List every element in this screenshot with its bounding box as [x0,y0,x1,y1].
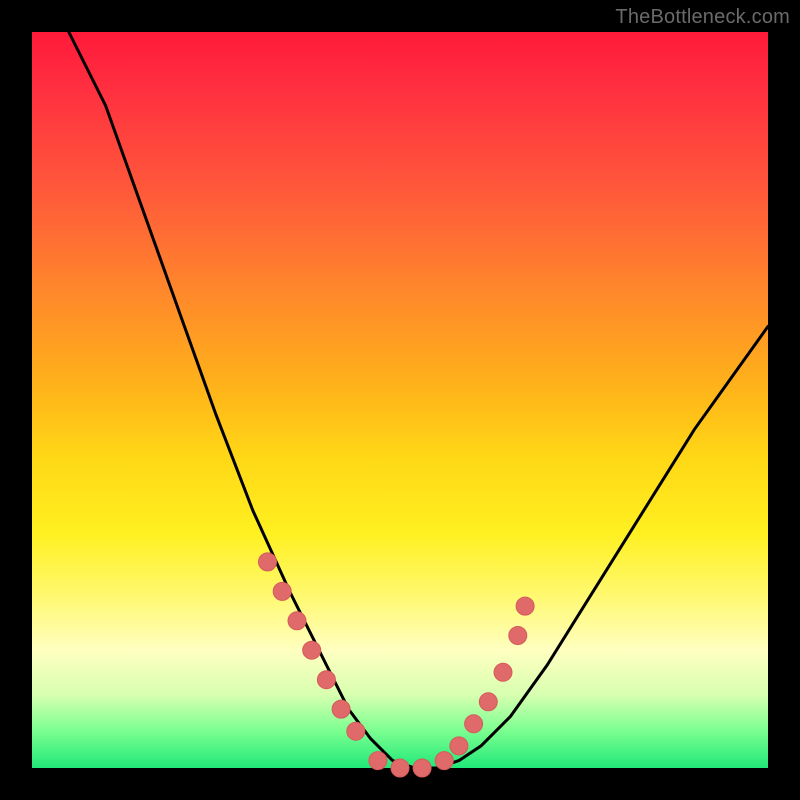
bottleneck-curve [69,32,768,768]
chart-frame: TheBottleneck.com [0,0,800,800]
highlight-dot [391,759,409,777]
highlight-dot [273,582,291,600]
highlight-dot [347,722,365,740]
highlight-dot [332,700,350,718]
highlight-dots [259,553,535,777]
highlight-dot [465,715,483,733]
highlight-dot [413,759,431,777]
watermark-text: TheBottleneck.com [615,6,790,29]
highlight-dot [479,693,497,711]
highlight-dot [435,752,453,770]
highlight-dot [288,612,306,630]
plot-area [32,32,768,768]
highlight-dot [509,627,527,645]
highlight-dot [259,553,277,571]
highlight-dot [516,597,534,615]
highlight-dot [317,671,335,689]
highlight-dot [303,641,321,659]
highlight-dot [369,752,387,770]
highlight-dot [494,663,512,681]
bottleneck-curve-svg [32,32,768,768]
highlight-dot [450,737,468,755]
